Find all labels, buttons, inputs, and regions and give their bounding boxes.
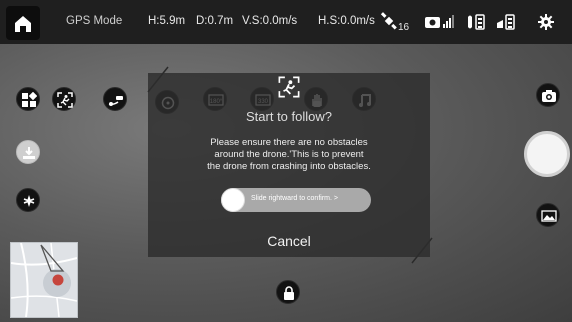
running-person-icon: [278, 76, 300, 98]
mini-map[interactable]: [10, 242, 78, 318]
dialog-message-line-2: around the drone.'This is to prevent: [214, 149, 364, 160]
lock-button[interactable]: [276, 280, 300, 304]
dialog-title: Start to follow?: [246, 109, 332, 124]
follow-confirm-dialog: Start to follow? Please ensure there are…: [148, 73, 430, 257]
lock-icon: [284, 286, 294, 300]
dialog-message: Please ensure there are no obstacles aro…: [168, 137, 410, 173]
dialog-message-line-3: the drone from crashing into obstacles.: [207, 161, 371, 172]
drone-location-icon: [52, 274, 64, 286]
slide-to-confirm-slider[interactable]: Slide rightward to confirm. >: [221, 188, 371, 212]
cancel-button[interactable]: Cancel: [148, 233, 430, 249]
camera-screen: GPS Mode H:5.9m D:0.7m V.S:0.0m/s H.S:0.…: [0, 0, 572, 322]
slider-knob[interactable]: [221, 188, 245, 212]
dialog-message-line-1: Please ensure there are no obstacles: [210, 137, 368, 148]
map-view: [11, 243, 77, 317]
slider-label: Slide rightward to confirm. >: [251, 195, 338, 202]
